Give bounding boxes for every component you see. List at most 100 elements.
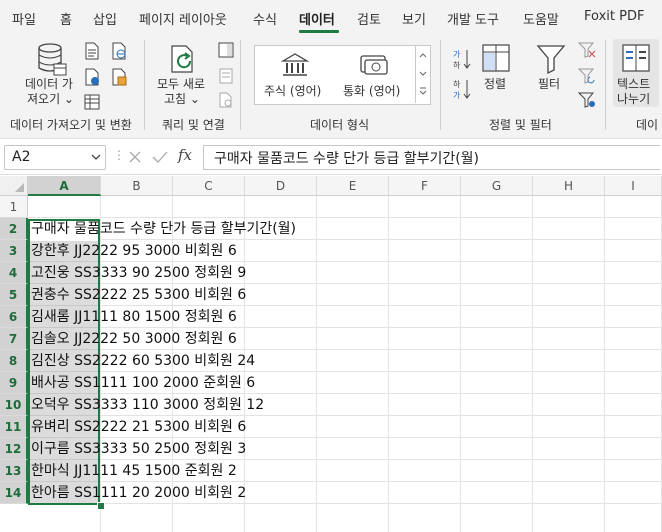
- advanced-filter-icon[interactable]: [577, 92, 596, 112]
- currencies-label[interactable]: 통화 (영어): [343, 84, 400, 99]
- currencies-icon[interactable]: [359, 52, 389, 82]
- formula-input[interactable]: 구매자 물품코드 수량 단가 등급 할부기간(월): [203, 145, 660, 170]
- cell-a3[interactable]: 강한후 JJ2222 95 3000 비회원 6: [31, 240, 237, 262]
- recent-sources-icon[interactable]: [111, 68, 127, 90]
- stocks-label[interactable]: 주식 (영어): [264, 84, 321, 99]
- row-header-10[interactable]: 10: [0, 394, 28, 416]
- filter-label[interactable]: 필터: [538, 77, 560, 92]
- cell-a2[interactable]: 구매자 물품코드 수량 단가 등급 할부기간(월): [31, 218, 296, 240]
- confirm-entry-icon[interactable]: [152, 150, 168, 164]
- row-header-13[interactable]: 13: [0, 460, 28, 482]
- edit-links-icon: [218, 92, 234, 112]
- column-header-i[interactable]: I: [605, 176, 662, 196]
- select-all-button[interactable]: [0, 176, 28, 196]
- name-box-value[interactable]: A2: [12, 149, 30, 165]
- column-header-e[interactable]: E: [317, 176, 389, 196]
- get-data-label[interactable]: 데이터 가: [25, 77, 73, 92]
- row-header-2[interactable]: 2: [0, 218, 28, 240]
- stocks-icon[interactable]: [280, 52, 310, 82]
- cell-a8[interactable]: 김진상 SS2222 60 5300 비회원 24: [31, 350, 255, 372]
- text-to-columns-label-2[interactable]: 나누기: [617, 92, 650, 107]
- sort-icon[interactable]: [481, 43, 511, 77]
- ribbon-tab-bar: 파일 홈 삽입 페이지 레이아웃 수식 데이터 검토 보기 개발 도구 도움말 …: [0, 0, 662, 34]
- tab-review[interactable]: 검토: [357, 9, 381, 28]
- filter-icon[interactable]: [536, 43, 566, 79]
- cell-a9[interactable]: 배사공 SS1111 100 2000 준회원 6: [31, 372, 255, 394]
- row-header-14[interactable]: 14: [0, 482, 28, 504]
- svg-text:가: 가: [453, 50, 461, 59]
- tab-foxit-pdf[interactable]: Foxit PDF: [584, 9, 644, 24]
- fill-handle[interactable]: [97, 502, 105, 510]
- from-text-csv-icon[interactable]: [84, 42, 100, 64]
- from-web-icon[interactable]: [111, 42, 127, 64]
- column-header-g[interactable]: G: [461, 176, 533, 196]
- ribbon: 데이터 가 져오기 ⌄ 데이터 가져오기 및 변환 모두 새로 고침 ⌄ 쿼리 …: [0, 34, 662, 139]
- refresh-all-label-2[interactable]: 고침 ⌄: [164, 92, 200, 107]
- from-table-icon[interactable]: [84, 68, 100, 90]
- group-separator: [605, 40, 606, 130]
- group-separator: [440, 40, 441, 130]
- get-data-label-2[interactable]: 져오기 ⌄: [27, 92, 74, 107]
- tab-file[interactable]: 파일: [12, 9, 36, 28]
- column-header-c[interactable]: C: [173, 176, 245, 196]
- tab-home[interactable]: 홈: [60, 9, 72, 28]
- insert-function-icon[interactable]: fx: [178, 146, 192, 164]
- cell-a14[interactable]: 한아름 SS1111 20 2000 비회원 2: [31, 482, 246, 504]
- group-data-types-label: 데이터 형식: [310, 118, 370, 132]
- database-icon[interactable]: [36, 42, 68, 80]
- cell-a6[interactable]: 김새롬 JJ1111 80 1500 정회원 6: [31, 306, 237, 328]
- column-header-d[interactable]: D: [245, 176, 317, 196]
- row-header-12[interactable]: 12: [0, 438, 28, 460]
- sort-ascending-icon[interactable]: 가하: [452, 48, 472, 74]
- cell-a10[interactable]: 오덕우 SS3333 110 3000 정회원 12: [31, 394, 264, 416]
- chevron-down-icon[interactable]: [91, 153, 101, 161]
- row-header-7[interactable]: 7: [0, 328, 28, 350]
- formula-text[interactable]: 구매자 물품코드 수량 단가 등급 할부기간(월): [214, 148, 479, 168]
- text-to-columns-icon[interactable]: [621, 43, 651, 77]
- name-box[interactable]: A2: [4, 145, 106, 170]
- column-header-b[interactable]: B: [101, 176, 173, 196]
- cell-a11[interactable]: 유벼리 SS2222 21 5300 비회원 6: [31, 416, 246, 438]
- tab-formulas[interactable]: 수식: [253, 9, 277, 28]
- tab-help[interactable]: 도움말: [523, 9, 559, 28]
- queries-connections-icon[interactable]: [218, 42, 234, 62]
- cell-a5[interactable]: 권충수 SS2222 25 5300 비회원 6: [31, 284, 246, 306]
- row-header-11[interactable]: 11: [0, 416, 28, 438]
- text-to-columns-label[interactable]: 텍스트: [617, 77, 650, 92]
- row-header-6[interactable]: 6: [0, 306, 28, 328]
- tab-data[interactable]: 데이터: [299, 9, 335, 28]
- reapply-filter-icon: [577, 68, 596, 88]
- clear-filter-icon: [577, 42, 596, 62]
- cell-a12[interactable]: 이구름 SS3333 50 2500 정회원 3: [31, 438, 246, 460]
- worksheet-grid[interactable]: ABCDEFGHI 1 2 3 4 5 6 7 8 9 10 11 12 13 14 구매자 물품코드 수…: [0, 176, 662, 532]
- sort-descending-icon[interactable]: 하가: [452, 78, 472, 104]
- row-header-5[interactable]: 5: [0, 284, 28, 306]
- cell-a4[interactable]: 고진웅 SS3333 90 2500 정회원 9: [31, 262, 246, 284]
- active-tab-indicator: [299, 30, 339, 33]
- column-header-f[interactable]: F: [389, 176, 461, 196]
- tab-page-layout[interactable]: 페이지 레이아웃: [139, 9, 227, 28]
- refresh-all-label[interactable]: 모두 새로: [157, 77, 205, 92]
- group-data-tools-label: 데이: [636, 118, 659, 132]
- row-header-1[interactable]: 1: [0, 196, 28, 218]
- group-queries-label: 쿼리 및 연결: [162, 118, 225, 132]
- cancel-entry-icon[interactable]: [128, 150, 142, 164]
- column-header-h[interactable]: H: [533, 176, 605, 196]
- group-get-transform-label: 데이터 가져오기 및 변환: [10, 118, 132, 132]
- row-header-3[interactable]: 3: [0, 240, 28, 262]
- svg-text:하: 하: [453, 79, 461, 89]
- sort-label[interactable]: 정렬: [484, 77, 506, 92]
- row-header-4[interactable]: 4: [0, 262, 28, 284]
- tab-view[interactable]: 보기: [402, 9, 426, 28]
- refresh-all-icon[interactable]: [168, 43, 200, 79]
- tab-insert[interactable]: 삽입: [93, 9, 117, 28]
- existing-connections-icon[interactable]: [84, 94, 100, 114]
- column-header-a[interactable]: A: [28, 176, 101, 196]
- more-options-icon[interactable]: ⋮: [113, 148, 125, 162]
- row-header-8[interactable]: 8: [0, 350, 28, 372]
- cell-a13[interactable]: 한마식 JJ1111 45 1500 준회원 2: [31, 460, 237, 482]
- row-header-9[interactable]: 9: [0, 372, 28, 394]
- cell-a7[interactable]: 김솔오 JJ2222 50 3000 정회원 6: [31, 328, 237, 350]
- gallery-scroll[interactable]: [415, 45, 430, 103]
- tab-developer[interactable]: 개발 도구: [447, 9, 499, 28]
